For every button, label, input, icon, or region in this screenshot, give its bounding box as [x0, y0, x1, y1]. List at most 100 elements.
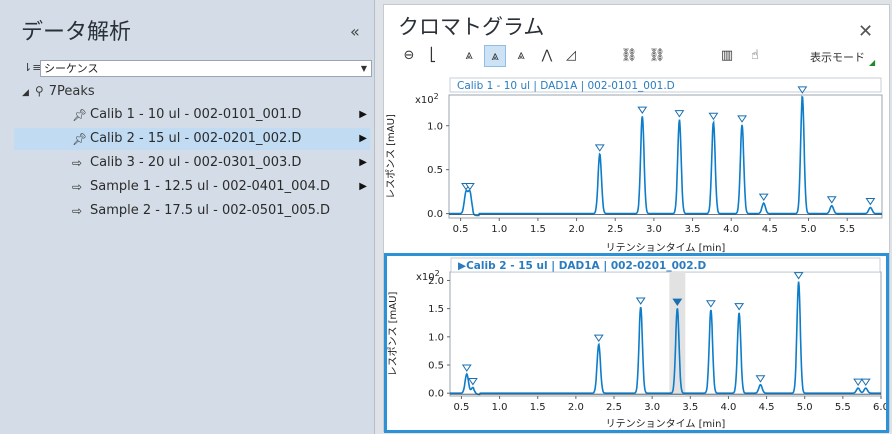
chromatogram-panel: クロマトグラム ✕ ⊖ ⎣ ⩓ ⩓ ⩓ ⋀ ◿ ⛓ ⛓ ▥ ☝ 表示モード ◢ C…	[383, 4, 890, 433]
selected-peak-band	[669, 272, 686, 396]
tree-item-calib-2[interactable]: 📌︎ Calib 2 - 15 ul - 002-0201_002.D ▶	[14, 128, 370, 150]
peak-marker	[461, 364, 472, 372]
peak-marker	[708, 112, 719, 121]
peak-marker	[860, 378, 871, 387]
play-icon[interactable]: ▶	[359, 128, 367, 150]
y-tick-label: 1.0	[428, 332, 444, 343]
display-mode-button[interactable]: 表示モード ◢	[810, 49, 875, 67]
peaks-area-icon[interactable]: ◿	[560, 45, 582, 67]
x-tick-label: 1.0	[492, 402, 508, 413]
tree-root-label: 7Peaks	[48, 84, 95, 99]
pin-outline-icon: ⚲	[34, 84, 44, 98]
x-tick-label: 4.0	[723, 224, 739, 235]
peak-marker	[674, 110, 685, 118]
tree-item-label: Calib 1 - 10 ul - 002-0101_001.D	[90, 107, 302, 122]
peak-marker	[635, 297, 646, 305]
x-tick-label: 1.5	[530, 224, 546, 235]
play-icon[interactable]: ▶	[359, 104, 367, 126]
tree-item-calib-1[interactable]: 📌︎ Calib 1 - 10 ul - 002-0101_001.D ▶	[14, 104, 370, 126]
peak-marker	[793, 272, 804, 280]
peaks-filled-icon[interactable]: ⩓	[458, 45, 480, 67]
x-tick-label: 2.5	[607, 224, 623, 235]
tree-item-calib-3[interactable]: ⇨ Calib 3 - 20 ul - 002-0301_003.D ▶	[14, 152, 370, 174]
x-tick-label: 4.5	[762, 224, 778, 235]
chart-title: ▶Calib 2 - 15 ul | DAD1A | 002-0201_002.…	[458, 260, 706, 272]
play-icon[interactable]: ▶	[359, 176, 367, 198]
x-tick-label: 3.5	[682, 402, 698, 413]
peak-marker	[853, 378, 864, 387]
dropdown-arrow-icon: ▼	[360, 64, 367, 73]
peak-marker	[705, 300, 716, 308]
plot-frame	[448, 94, 883, 219]
peak-marker	[594, 144, 605, 152]
peak-marker	[826, 196, 837, 204]
panel-title: クロマトグラム	[398, 15, 545, 39]
data-analysis-panel: データ解析 « ⇂≡ シーケンス ▼ ◢ ⚲ 7Peaks 📌︎ Calib 1 - …	[0, 0, 375, 434]
x-tick-label: 4.0	[720, 402, 736, 413]
peaks-overlay-icon[interactable]: ⩓	[484, 45, 506, 67]
x-tick-label: 5.0	[801, 224, 817, 235]
histogram-icon[interactable]: ▥	[716, 45, 738, 67]
x-tick-label: 0.5	[453, 224, 469, 235]
x-tick-label: 5.0	[797, 402, 813, 413]
x-tick-label: 3.0	[646, 224, 662, 235]
play-icon[interactable]: ▶	[359, 152, 367, 174]
peak-marker	[758, 193, 769, 201]
x-tick-label: 3.0	[644, 402, 660, 413]
pin-icon: 📌︎	[72, 132, 88, 146]
peak-marker	[593, 334, 604, 343]
peak-marker	[737, 115, 747, 123]
x-tick-label: 1.0	[491, 224, 507, 235]
link-x-icon[interactable]: ⛓	[618, 45, 640, 67]
tree-root-7peaks[interactable]: ◢ ⚲ 7Peaks	[22, 84, 95, 99]
pin-outline-icon: ⇨	[72, 180, 83, 194]
x-tick-label: 1.5	[530, 402, 546, 413]
tree-item-sample-2[interactable]: ⇨ Sample 2 - 17.5 ul - 002-0501_005.D	[14, 200, 370, 222]
tree-item-label: Sample 2 - 17.5 ul - 002-0501_005.D	[90, 203, 331, 218]
x-tick-label: 0.5	[453, 402, 469, 413]
x-tick-label: 3.5	[685, 224, 701, 235]
y-axis-label: レスポンス [mAU]	[385, 114, 397, 199]
display-mode-label: 表示モード	[810, 51, 865, 64]
peak-marker	[734, 303, 745, 311]
tree-item-label: Sample 1 - 12.5 ul - 002-0401_004.D	[90, 179, 331, 194]
x-tick-label: 5.5	[835, 402, 851, 413]
y-tick-label: 0.5	[428, 361, 444, 372]
peaks-stack-icon[interactable]: ⩓	[510, 45, 532, 67]
peak-marker	[637, 106, 648, 114]
peak-marker	[755, 375, 766, 383]
chromatogram-chart-1[interactable]: Calib 1 - 10 ul | DAD1A | 002-0101_001.D…	[385, 76, 888, 254]
hand-pointer-icon[interactable]: ☝	[744, 45, 766, 67]
link-y-icon[interactable]: ⛓	[646, 45, 668, 67]
baseline-icon[interactable]: ⎣	[422, 45, 444, 67]
expand-triangle-icon[interactable]: ◢	[22, 88, 29, 98]
zoom-out-icon[interactable]: ⊖	[398, 45, 420, 67]
collapse-panel-button[interactable]: «	[350, 22, 360, 41]
y-tick-label: 1.5	[428, 304, 444, 315]
app-window: データ解析 « ⇂≡ シーケンス ▼ ◢ ⚲ 7Peaks 📌︎ Calib 1 - …	[0, 0, 892, 434]
tree-item-label: Calib 2 - 15 ul - 002-0201_002.D	[90, 131, 302, 146]
y-multiplier: x102	[415, 92, 439, 106]
plot-frame	[449, 271, 882, 397]
y-tick-label: 0.0	[428, 389, 444, 400]
pin-outline-icon: ⇨	[72, 204, 83, 218]
sequence-dropdown[interactable]: シーケンス ▼	[40, 60, 372, 77]
peaks-line-icon[interactable]: ⋀	[536, 45, 558, 67]
x-tick-label: 4.5	[759, 402, 775, 413]
chromatogram-chart-2[interactable]: ▶Calib 2 - 15 ul | DAD1A | 002-0201_002.…	[384, 253, 889, 433]
tree-item-sample-1[interactable]: ⇨ Sample 1 - 12.5 ul - 002-0401_004.D ▶	[14, 176, 370, 198]
chromatogram-trace	[450, 281, 881, 396]
peak-marker	[865, 197, 876, 206]
chart-1-svg: Calib 1 - 10 ul | DAD1A | 002-0101_001.D…	[385, 77, 883, 254]
y-axis-label: レスポンス [mAU]	[387, 292, 399, 377]
sort-icon[interactable]: ⇂≡	[23, 61, 41, 74]
close-button[interactable]: ✕	[858, 21, 873, 42]
peak-marker	[467, 378, 478, 386]
x-tick-label: 6.0	[873, 402, 886, 413]
x-tick-label: 2.0	[568, 402, 584, 413]
tree-item-label: Calib 3 - 20 ul - 002-0301_003.D	[90, 155, 302, 170]
chart-2-svg: ▶Calib 2 - 15 ul | DAD1A | 002-0201_002.…	[387, 257, 889, 430]
x-tick-label: 2.5	[606, 402, 622, 413]
chromatogram-trace	[449, 95, 882, 217]
sequence-dropdown-value: シーケンス	[44, 62, 99, 75]
